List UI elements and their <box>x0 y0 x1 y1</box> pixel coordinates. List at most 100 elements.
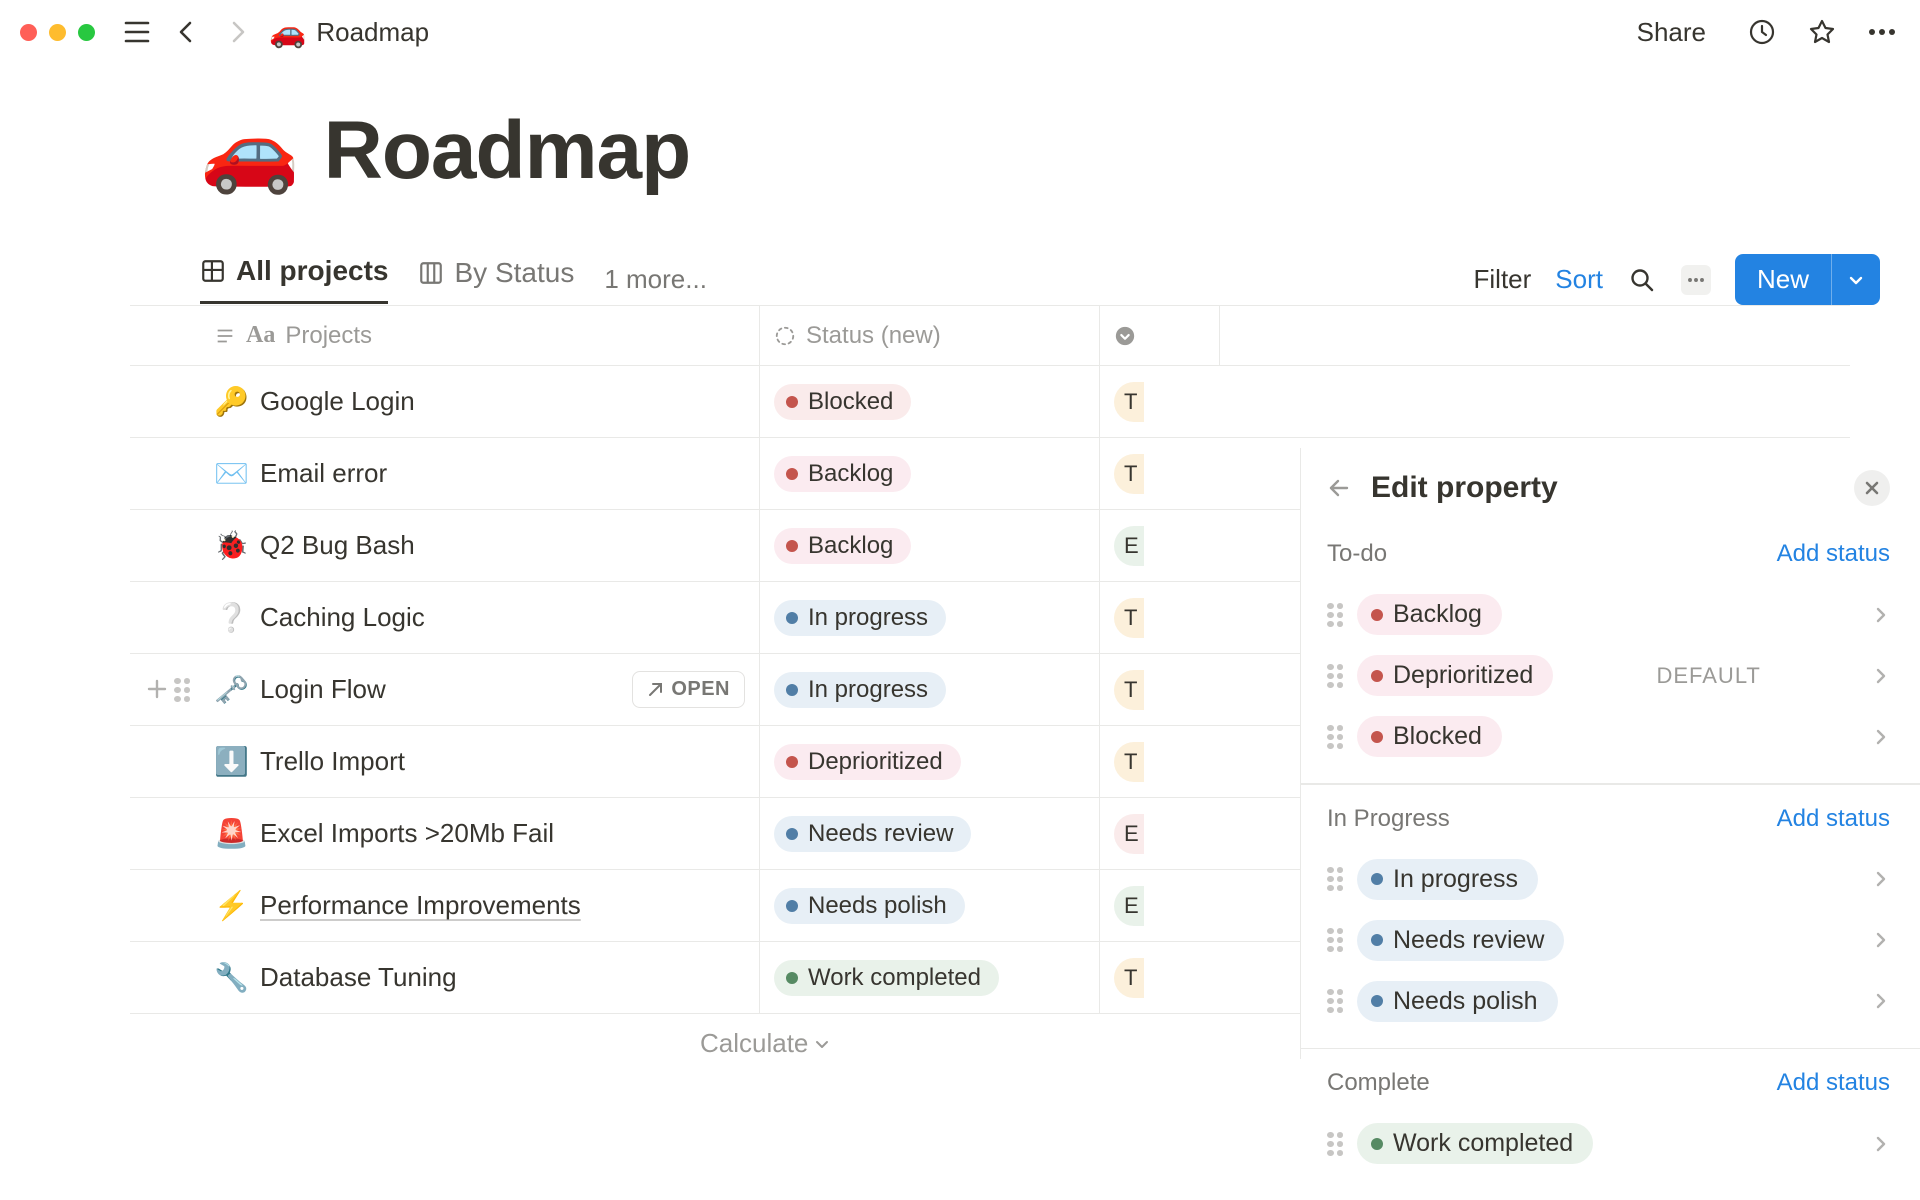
nav-back-button[interactable] <box>169 14 205 50</box>
add-status-button[interactable]: Add status <box>1777 805 1890 833</box>
status-option-row[interactable]: Needs polish <box>1327 971 1890 1032</box>
more-views[interactable]: 1 more... <box>604 264 707 295</box>
drag-handle-icon[interactable] <box>1327 928 1343 952</box>
drag-handle-icon[interactable] <box>1327 664 1343 688</box>
cell-partial[interactable]: T <box>1100 654 1220 725</box>
cell-project[interactable]: ❔ Caching Logic <box>200 582 760 653</box>
window-minimize-button[interactable] <box>49 24 66 41</box>
cell-partial[interactable]: E <box>1100 510 1220 581</box>
nav-forward-button[interactable] <box>219 14 255 50</box>
status-option-row[interactable]: Backlog <box>1327 584 1890 645</box>
favorite-star-icon[interactable] <box>1804 14 1840 50</box>
more-menu-icon[interactable] <box>1864 14 1900 50</box>
add-row-icon[interactable] <box>146 606 168 630</box>
cell-status[interactable]: Backlog <box>760 510 1100 581</box>
chevron-right-icon[interactable] <box>1872 992 1890 1010</box>
status-pill: Backlog <box>1357 594 1502 635</box>
add-status-button[interactable]: Add status <box>1777 540 1890 568</box>
new-button-dropdown[interactable] <box>1831 254 1880 305</box>
cell-project[interactable]: ✉️ Email error <box>200 438 760 509</box>
row-emoji: 🐞 <box>214 529 246 562</box>
cell-partial[interactable]: T <box>1100 366 1220 437</box>
cell-status[interactable]: Needs polish <box>760 870 1100 941</box>
drag-handle-icon[interactable] <box>174 678 190 702</box>
cell-partial[interactable]: E <box>1100 798 1220 869</box>
status-option-row[interactable]: Deprioritized DEFAULT <box>1327 645 1890 706</box>
drag-handle-icon[interactable] <box>174 606 190 630</box>
open-page-button[interactable]: OPEN <box>632 671 745 708</box>
status-option-row[interactable]: Work completed <box>1327 1113 1890 1174</box>
cell-project[interactable]: 🐞 Q2 Bug Bash <box>200 510 760 581</box>
cell-status[interactable]: Work completed <box>760 942 1100 1013</box>
drag-handle-icon[interactable] <box>174 462 190 486</box>
cell-status[interactable]: In progress <box>760 582 1100 653</box>
cell-partial[interactable]: T <box>1100 582 1220 653</box>
cell-status[interactable]: Needs review <box>760 798 1100 869</box>
updates-icon[interactable] <box>1744 14 1780 50</box>
table-row[interactable]: 🔑 Google Login Blocked T <box>130 366 1850 438</box>
column-header-hidden[interactable] <box>1100 306 1220 365</box>
add-row-icon[interactable] <box>146 966 168 990</box>
chevron-right-icon[interactable] <box>1872 606 1890 624</box>
tab-all-projects[interactable]: All projects <box>200 255 388 304</box>
status-option-row[interactable]: Blocked <box>1327 706 1890 767</box>
cell-partial[interactable]: T <box>1100 942 1220 1013</box>
column-header-status[interactable]: Status (new) <box>760 306 1100 365</box>
window-close-button[interactable] <box>20 24 37 41</box>
chevron-right-icon[interactable] <box>1872 728 1890 746</box>
add-row-icon[interactable] <box>146 678 168 702</box>
new-button[interactable]: New <box>1735 254 1880 305</box>
column-header-projects[interactable]: Aa Projects <box>200 306 760 365</box>
add-row-icon[interactable] <box>146 462 168 486</box>
cell-status[interactable]: Deprioritized <box>760 726 1100 797</box>
cell-project[interactable]: 🚨 Excel Imports >20Mb Fail <box>200 798 760 869</box>
add-status-button[interactable]: Add status <box>1777 1069 1890 1097</box>
add-row-icon[interactable] <box>146 534 168 558</box>
cell-partial[interactable]: T <box>1100 726 1220 797</box>
chevron-right-icon[interactable] <box>1872 931 1890 949</box>
add-row-icon[interactable] <box>146 894 168 918</box>
drag-handle-icon[interactable] <box>174 822 190 846</box>
add-row-icon[interactable] <box>146 390 168 414</box>
chevron-right-icon[interactable] <box>1872 870 1890 888</box>
drag-handle-icon[interactable] <box>1327 725 1343 749</box>
cell-project[interactable]: 🔧 Database Tuning <box>200 942 760 1013</box>
drag-handle-icon[interactable] <box>174 390 190 414</box>
drag-handle-icon[interactable] <box>174 966 190 990</box>
add-row-icon[interactable] <box>146 750 168 774</box>
drag-handle-icon[interactable] <box>174 534 190 558</box>
chevron-right-icon[interactable] <box>1872 667 1890 685</box>
cell-partial[interactable]: E <box>1100 870 1220 941</box>
sort-button[interactable]: Sort <box>1555 264 1603 295</box>
cell-project[interactable]: ⬇️ Trello Import <box>200 726 760 797</box>
share-button[interactable]: Share <box>1637 17 1706 48</box>
status-option-row[interactable]: In progress <box>1327 849 1890 910</box>
add-row-icon[interactable] <box>146 822 168 846</box>
status-option-row[interactable]: Needs review <box>1327 910 1890 971</box>
tab-by-status[interactable]: By Status <box>418 257 574 303</box>
drag-handle-icon[interactable] <box>1327 989 1343 1013</box>
drag-handle-icon[interactable] <box>174 894 190 918</box>
cell-partial[interactable]: T <box>1100 438 1220 509</box>
cell-project[interactable]: 🗝️ Login Flow OPEN <box>200 654 760 725</box>
drag-handle-icon[interactable] <box>1327 867 1343 891</box>
cell-project[interactable]: ⚡ Performance Improvements <box>200 870 760 941</box>
cell-status[interactable]: Backlog <box>760 438 1100 509</box>
panel-close-icon[interactable] <box>1854 470 1890 506</box>
panel-back-icon[interactable] <box>1327 476 1351 500</box>
drag-handle-icon[interactable] <box>174 750 190 774</box>
cell-status[interactable]: In progress <box>760 654 1100 725</box>
hamburger-icon[interactable] <box>119 14 155 50</box>
drag-handle-icon[interactable] <box>1327 1132 1343 1156</box>
cell-status[interactable]: Blocked <box>760 366 1100 437</box>
page-emoji[interactable]: 🚗 <box>200 111 300 191</box>
breadcrumb[interactable]: 🚗 Roadmap <box>269 15 429 50</box>
window-maximize-button[interactable] <box>78 24 95 41</box>
cell-project[interactable]: 🔑 Google Login <box>200 366 760 437</box>
drag-handle-icon[interactable] <box>1327 603 1343 627</box>
chevron-right-icon[interactable] <box>1872 1135 1890 1153</box>
filter-button[interactable]: Filter <box>1474 264 1532 295</box>
page-heading[interactable]: Roadmap <box>324 104 691 198</box>
search-icon[interactable] <box>1627 265 1657 295</box>
view-options-icon[interactable] <box>1681 265 1711 295</box>
